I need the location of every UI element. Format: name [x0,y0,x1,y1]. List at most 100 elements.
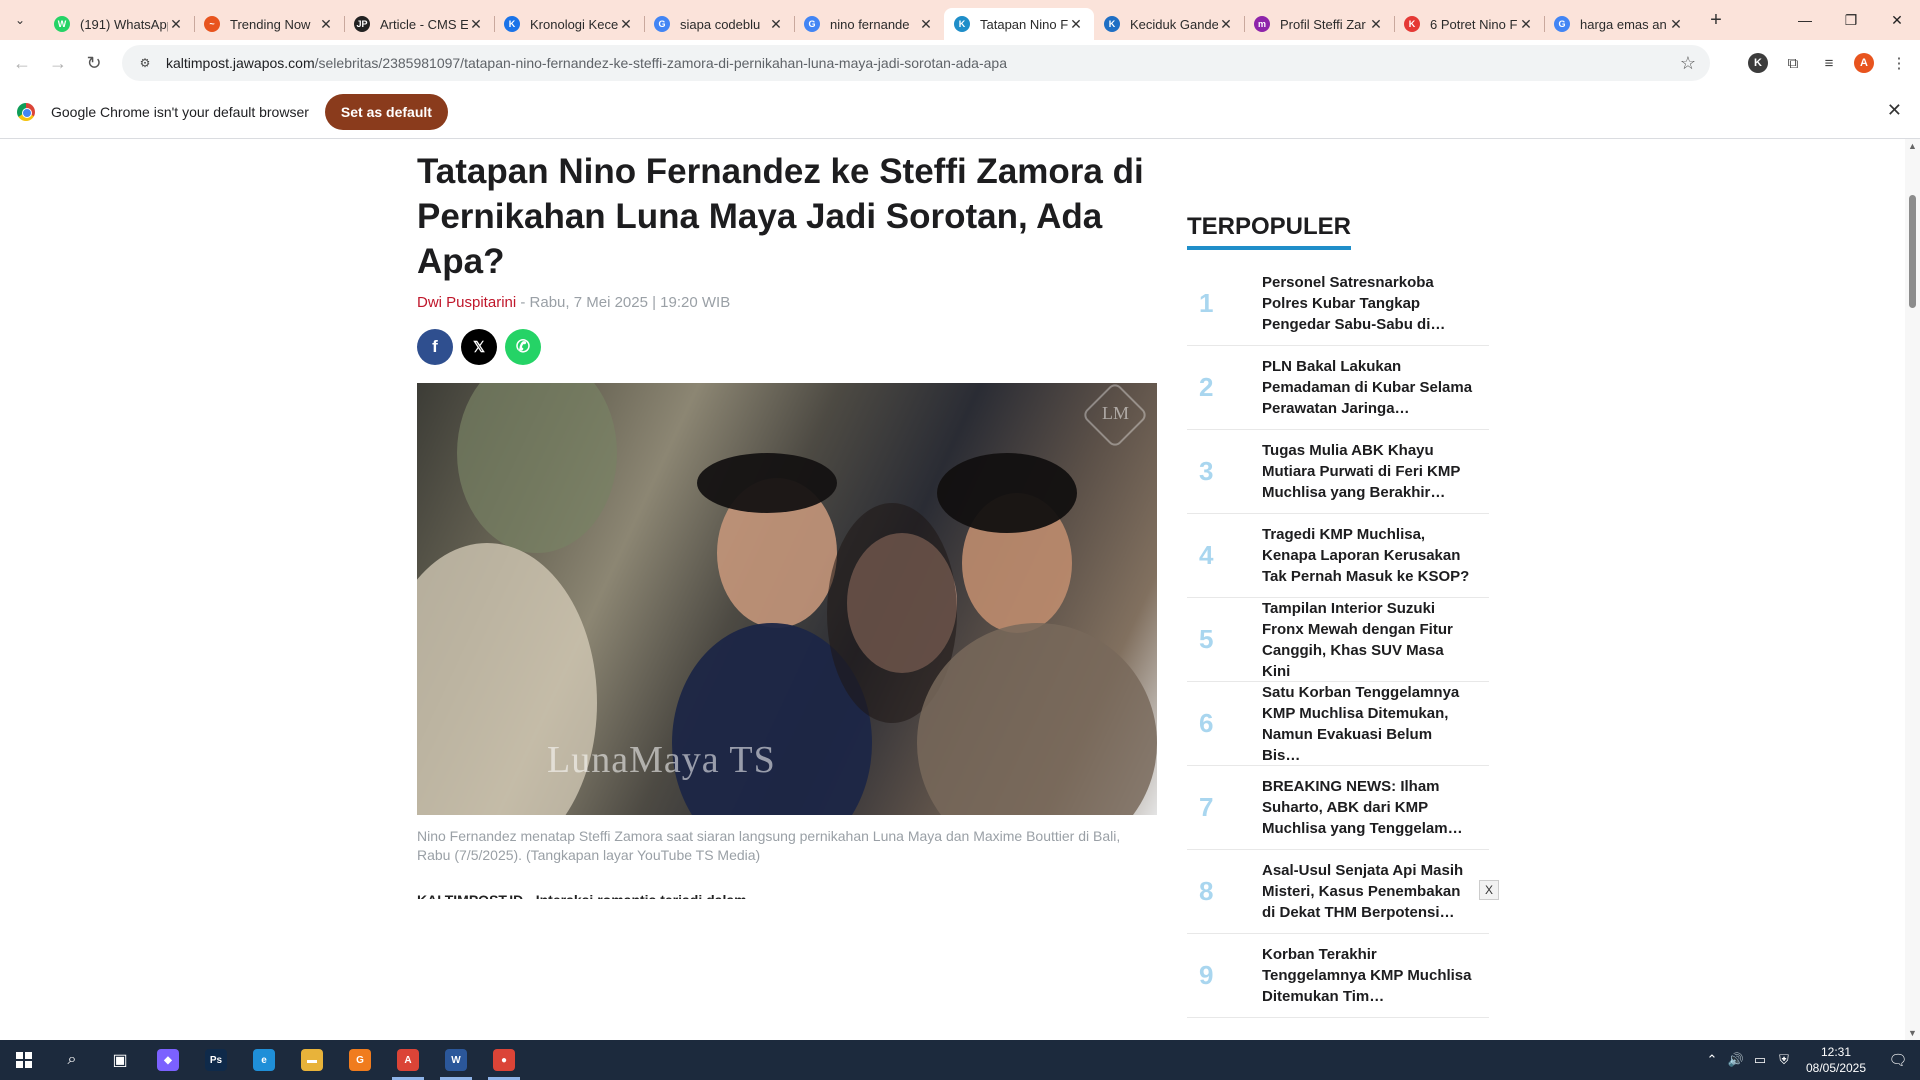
popular-item-title[interactable]: Tampilan Interior Suzuki Fronx Mewah den… [1262,598,1474,682]
forward-arrow-icon[interactable]: → [40,45,76,81]
popular-item[interactable]: 9 Korban Terakhir Tenggelamnya KMP Muchli… [1187,934,1489,1018]
extensions-puzzle-icon[interactable]: ⧉ [1782,52,1804,74]
tab-close-icon[interactable]: ✕ [318,16,334,33]
tab-close-icon[interactable]: ✕ [1068,16,1084,33]
security-shield-icon[interactable]: ⛨ [1772,1052,1796,1068]
close-window-icon[interactable]: ✕ [1874,0,1920,40]
article-photo: LM LunaMaya TS [417,383,1157,815]
network-icon[interactable]: ▭ [1748,1052,1772,1068]
popular-item[interactable]: 10Link Live, Prediksi Inter vs [1187,1018,1489,1040]
address-bar[interactable]: ⚙ kaltimpost.jawapos.com/selebritas/2385… [122,45,1710,81]
popular-item[interactable]: 5 Tampilan Interior Suzuki Fronx Mewah de… [1187,598,1489,682]
popular-item[interactable]: 1 Personel Satresnarkoba Polres Kubar Tan… [1187,262,1489,346]
popular-sidebar: TERPOPULER 1 Personel Satresnarkoba Polre… [1187,213,1489,1040]
volume-icon[interactable]: 🔊 [1724,1052,1748,1068]
taskbar-word[interactable]: W [432,1040,480,1080]
profile-avatar[interactable]: A [1854,53,1874,73]
set-as-default-button[interactable]: Set as default [324,94,448,130]
browser-tab[interactable]: ~ Trending Now ✕ [194,8,344,40]
taskbar-chrome[interactable]: ● [480,1040,528,1080]
tab-title: Keciduk Gande [1130,16,1218,32]
word-icon: W [445,1049,467,1071]
scroll-up-arrow-icon[interactable]: ▲ [1905,141,1920,151]
notification-center-icon[interactable]: 🗨 [1876,1051,1920,1069]
tab-close-icon[interactable]: ✕ [618,16,634,33]
kebab-menu-icon[interactable]: ⋮ [1888,52,1910,74]
browser-tab[interactable]: W (191) WhatsApp ✕ [44,8,194,40]
url-text[interactable]: kaltimpost.jawapos.com/selebritas/238598… [166,55,1680,71]
site-icon: m [1254,16,1270,32]
bookmark-star-icon[interactable]: ☆ [1680,53,1696,74]
popular-item[interactable]: 4 Tragedi KMP Muchlisa, Kenapa Laporan Ke… [1187,514,1489,598]
taskbar-apps: ◆ Ps e ▬ G A W ● [144,1040,528,1080]
x-logo-icon: 𝕏 [472,339,486,356]
taskbar-app-orange[interactable]: G [336,1040,384,1080]
search-icon: ⌕ [67,1051,77,1068]
popular-list: 1 Personel Satresnarkoba Polres Kubar Tan… [1187,262,1489,1040]
page-scrollbar[interactable]: ▲ ▼ [1905,139,1920,1040]
task-view-button[interactable]: ▣ [96,1040,144,1080]
tab-close-icon[interactable]: ✕ [768,16,784,33]
tab-close-icon[interactable]: ✕ [168,16,184,33]
browser-tab[interactable]: K Tatapan Nino F ✕ [944,8,1094,40]
popular-item-title[interactable]: Personel Satresnarkoba Polres Kubar Tang… [1262,272,1474,335]
tab-title: nino fernande [830,16,910,32]
popular-item-title[interactable]: Tugas Mulia ABK Khayu Mutiara Purwati di… [1262,440,1474,503]
tab-close-icon[interactable]: ✕ [1518,16,1534,33]
scroll-thumb[interactable] [1909,195,1916,308]
tab-strip: ⌄ W (191) WhatsApp ✕ ~ Trending Now ✕ JP Articl… [0,0,1920,40]
tab-close-icon[interactable]: ✕ [918,16,934,33]
whatsapp-icon: W [54,16,70,32]
back-arrow-icon[interactable]: ← [4,45,40,81]
taskbar-chrome-a[interactable]: A [384,1040,432,1080]
ad-close-button[interactable]: X [1479,880,1499,900]
share-whatsapp-button[interactable]: ✆ [505,329,541,365]
media-controls-icon[interactable]: ≡ [1818,52,1840,74]
tab-close-icon[interactable]: ✕ [1368,16,1384,33]
restore-icon[interactable]: ❐ [1828,0,1874,40]
tab-title: Trending Now [230,16,311,32]
popular-item-title[interactable]: PLN Bakal Lakukan Pemadaman di Kubar Sel… [1262,356,1474,419]
popular-item-title[interactable]: Korban Terakhir Tenggelamnya KMP Muchlis… [1262,944,1474,1007]
new-tab-button[interactable]: + [1702,6,1730,34]
popular-item-title[interactable]: Tragedi KMP Muchlisa, Kenapa Laporan Ker… [1262,524,1474,587]
popular-item-title[interactable]: Satu Korban Tenggelamnya KMP Muchlisa Di… [1262,682,1474,766]
popular-item[interactable]: 8 Asal-Usul Senjata Api Masih Misteri, Ka… [1187,850,1489,934]
taskbar-photoshop[interactable]: Ps [192,1040,240,1080]
browser-tab[interactable]: m Profil Steffi Zar ✕ [1244,8,1394,40]
article-author[interactable]: Dwi Puspitarini [417,294,516,311]
minimize-icon[interactable]: — [1782,0,1828,40]
popular-item[interactable]: 2 PLN Bakal Lakukan Pemadaman di Kubar Se… [1187,346,1489,430]
popular-item-title[interactable]: BREAKING NEWS: Ilham Suharto, ABK dari K… [1262,776,1474,839]
extension-k-icon[interactable]: K [1748,53,1768,73]
browser-tab[interactable]: Gsiapa codeblu ✕ [644,8,794,40]
tab-close-icon[interactable]: ✕ [468,16,484,33]
popular-item[interactable]: 3 Tugas Mulia ABK Khayu Mutiara Purwati d… [1187,430,1489,514]
tab-search-chevron-icon[interactable]: ⌄ [8,8,32,32]
taskbar-search-button[interactable]: ⌕ [48,1040,96,1080]
browser-toolbar: ← → ↻ ⚙ kaltimpost.jawapos.com/selebrita… [0,40,1920,86]
browser-tab[interactable]: K Kronologi Kece ✕ [494,8,644,40]
taskbar-explorer[interactable]: ▬ [288,1040,336,1080]
tab-close-icon[interactable]: ✕ [1668,16,1684,33]
site-info-icon[interactable]: ⚙ [136,54,154,72]
popular-item-title[interactable]: Asal-Usul Senjata Api Masih Misteri, Kas… [1262,860,1474,923]
browser-tab[interactable]: Gharga emas an ✕ [1544,8,1694,40]
infobar-close-icon[interactable]: ✕ [1887,100,1902,121]
start-button[interactable] [0,1040,48,1080]
reload-icon[interactable]: ↻ [76,45,112,81]
share-x-button[interactable]: 𝕏 [461,329,497,365]
tab-close-icon[interactable]: ✕ [1218,16,1234,33]
browser-tab[interactable]: K 6 Potret Nino F ✕ [1394,8,1544,40]
browser-tab[interactable]: JP Article - CMS E ✕ [344,8,494,40]
popular-item[interactable]: 6 Satu Korban Tenggelamnya KMP Muchlisa D… [1187,682,1489,766]
taskbar-copilot[interactable]: ◆ [144,1040,192,1080]
share-facebook-button[interactable]: f [417,329,453,365]
tray-chevron-up-icon[interactable]: ⌃ [1700,1052,1724,1068]
scroll-down-arrow-icon[interactable]: ▼ [1905,1028,1920,1038]
system-clock[interactable]: 12:31 08/05/2025 [1796,1044,1876,1076]
taskbar-edge[interactable]: e [240,1040,288,1080]
browser-tab[interactable]: K Keciduk Gande ✕ [1094,8,1244,40]
popular-item[interactable]: 7 BREAKING NEWS: Ilham Suharto, ABK dari … [1187,766,1489,850]
browser-tab[interactable]: Gnino fernande ✕ [794,8,944,40]
